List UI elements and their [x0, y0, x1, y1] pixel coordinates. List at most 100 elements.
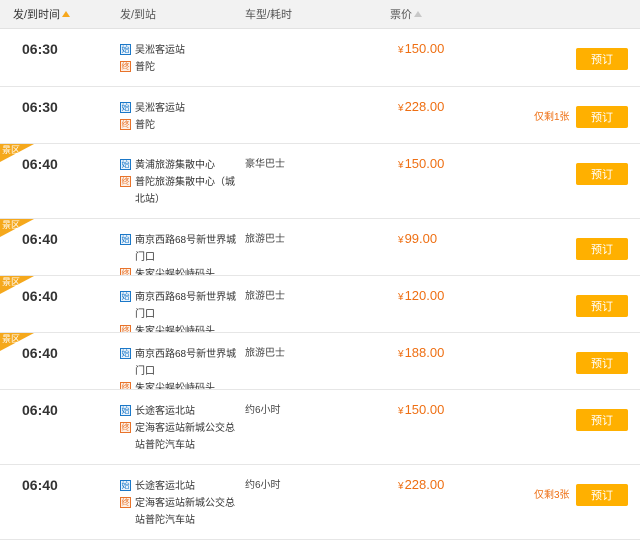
- vehicle-type: 旅游巴士: [245, 234, 285, 245]
- depart-tag-icon: 始: [120, 102, 131, 113]
- arrival-station: 终朱家尖蜈蚣峙码头: [120, 380, 244, 390]
- price-value: 150.00: [404, 402, 445, 417]
- price-value: 99.00: [404, 231, 438, 246]
- arrive-tag-icon: 终: [120, 422, 131, 433]
- arrival-station: 终朱家尖蜈蚣峙码头: [120, 323, 244, 333]
- arrive-tag-icon: 终: [120, 268, 131, 275]
- depart-tag-icon: 始: [120, 44, 131, 55]
- arrival-station: 终朱家尖蜈蚣峙码头: [120, 266, 244, 275]
- yen-symbol: ¥: [398, 235, 404, 246]
- ticket-price: ¥150.00: [398, 403, 444, 419]
- scenic-badge: 景区: [2, 334, 21, 344]
- ticket-price: ¥120.00: [398, 289, 444, 305]
- table-row: 景区 06:40 始南京西路68号新世界城门口终朱家尖蜈蚣峙码头 旅游巴士 ¥120.0…: [0, 276, 640, 333]
- yen-symbol: ¥: [398, 406, 404, 417]
- station-pair: 始吴淞客运站终普陀: [120, 42, 244, 76]
- departure-station: 始长途客运北站: [120, 478, 244, 495]
- scenic-badge: 景区: [2, 277, 21, 287]
- arrival-station-name: 定海客运站新城公交总站普陀汽车站: [135, 423, 235, 451]
- departure-time: 06:40: [22, 477, 58, 493]
- departure-station: 始长途客运北站: [120, 403, 244, 420]
- book-button[interactable]: 预订: [576, 484, 628, 506]
- vehicle-type: 旅游巴士: [245, 291, 285, 302]
- arrive-tag-icon: 终: [120, 382, 131, 389]
- departure-time: 06:40: [22, 345, 58, 361]
- arrive-tag-icon: 终: [120, 497, 131, 508]
- station-pair: 始南京西路68号新世界城门口终朱家尖蜈蚣峙码头: [120, 346, 244, 390]
- remaining-seats: 仅剩3张: [534, 490, 570, 501]
- yen-symbol: ¥: [398, 160, 404, 171]
- price-value: 150.00: [404, 156, 445, 171]
- book-button[interactable]: 预订: [576, 238, 628, 260]
- station-pair: 始吴淞客运站终普陀: [120, 100, 244, 134]
- book-button[interactable]: 预订: [576, 48, 628, 70]
- schedule-table: 发/到时间 发/到站 车型/耗时 票价 06:30 始吴淞客运站终普陀 ¥150.0…: [0, 0, 640, 546]
- departure-station: 始吴淞客运站: [120, 100, 244, 117]
- depart-tag-icon: 始: [120, 234, 131, 245]
- price-value: 188.00: [404, 345, 445, 360]
- price-value: 150.00: [404, 41, 445, 56]
- arrive-tag-icon: 终: [120, 325, 131, 332]
- sort-up-arrow-icon: [414, 11, 422, 17]
- header-departure-time-label: 发/到时间: [13, 9, 61, 21]
- arrival-station-name: 朱家尖蜈蚣峙码头: [135, 383, 215, 390]
- ticket-price: ¥188.00: [398, 346, 444, 362]
- departure-time: 06:40: [22, 156, 58, 172]
- arrival-station: 终定海客运站新城公交总站普陀汽车站: [120, 420, 244, 454]
- departure-station: 始南京西路68号新世界城门口: [120, 289, 244, 323]
- price-value: 228.00: [404, 477, 445, 492]
- arrival-station: 终普陀旅游集散中心（城北站）: [120, 174, 244, 208]
- yen-symbol: ¥: [398, 103, 404, 114]
- sort-departure-time[interactable]: 发/到时间: [13, 9, 71, 21]
- departure-time: 06:30: [22, 41, 58, 57]
- scenic-badge: 景区: [2, 145, 21, 155]
- table-row: 景区 06:40 始南京西路68号新世界城门口终朱家尖蜈蚣峙码头 旅游巴士 ¥188.0…: [0, 333, 640, 390]
- vehicle-type: 约6小时: [245, 405, 281, 416]
- departure-time: 06:40: [22, 402, 58, 418]
- sort-price[interactable]: 票价: [390, 9, 422, 21]
- departure-station-name: 吴淞客运站: [135, 45, 185, 56]
- vehicle-type: 豪华巴士: [245, 159, 285, 170]
- station-pair: 始长途客运北站终定海客运站新城公交总站普陀汽车站: [120, 403, 244, 454]
- depart-tag-icon: 始: [120, 291, 131, 302]
- station-pair: 始长途客运北站终定海客运站新城公交总站普陀汽车站: [120, 478, 244, 529]
- book-button[interactable]: 预订: [576, 409, 628, 431]
- station-pair: 始南京西路68号新世界城门口终朱家尖蜈蚣峙码头: [120, 232, 244, 275]
- departure-time: 06:40: [22, 231, 58, 247]
- book-button[interactable]: 预订: [576, 295, 628, 317]
- ticket-price: ¥228.00: [398, 478, 444, 494]
- departure-station-name: 南京西路68号新世界城门口: [135, 235, 237, 263]
- arrival-station-name: 普陀旅游集散中心（城北站）: [135, 177, 235, 205]
- table-row: 景区 06:40 始黄浦旅游集散中心终普陀旅游集散中心（城北站） 豪华巴士 ¥150.0…: [0, 144, 640, 219]
- yen-symbol: ¥: [398, 481, 404, 492]
- ticket-price: ¥150.00: [398, 42, 444, 58]
- arrival-station-name: 普陀: [135, 62, 155, 73]
- remaining-seats: 仅剩1张: [534, 112, 570, 123]
- yen-symbol: ¥: [398, 45, 404, 56]
- departure-station: 始南京西路68号新世界城门口: [120, 232, 244, 266]
- header-stations-label: 发/到站: [120, 9, 157, 21]
- book-button[interactable]: 预订: [576, 163, 628, 185]
- departure-station-name: 南京西路68号新世界城门口: [135, 349, 237, 377]
- departure-station: 始吴淞客运站: [120, 42, 244, 59]
- ticket-price: ¥150.00: [398, 157, 444, 173]
- book-button[interactable]: 预订: [576, 352, 628, 374]
- station-pair: 始黄浦旅游集散中心终普陀旅游集散中心（城北站）: [120, 157, 244, 208]
- yen-symbol: ¥: [398, 349, 404, 360]
- departure-time: 06:40: [22, 288, 58, 304]
- departure-station-name: 长途客运北站: [135, 406, 195, 417]
- departure-station-name: 吴淞客运站: [135, 103, 185, 114]
- scenic-badge: 景区: [2, 220, 21, 230]
- arrival-station-name: 朱家尖蜈蚣峙码头: [135, 326, 215, 333]
- table-row: 06:40 始长途客运北站终定海客运站新城公交总站普陀汽车站 约6小时 ¥228.00…: [0, 465, 640, 540]
- ticket-price: ¥99.00: [398, 232, 437, 248]
- arrive-tag-icon: 终: [120, 119, 131, 130]
- arrive-tag-icon: 终: [120, 61, 131, 72]
- book-button[interactable]: 预订: [576, 106, 628, 128]
- arrival-station-name: 定海客运站新城公交总站普陀汽车站: [135, 498, 235, 526]
- sort-up-arrow-icon: [62, 11, 71, 17]
- table-header: 发/到时间 发/到站 车型/耗时 票价: [0, 0, 640, 29]
- arrive-tag-icon: 终: [120, 176, 131, 187]
- depart-tag-icon: 始: [120, 480, 131, 491]
- depart-tag-icon: 始: [120, 348, 131, 359]
